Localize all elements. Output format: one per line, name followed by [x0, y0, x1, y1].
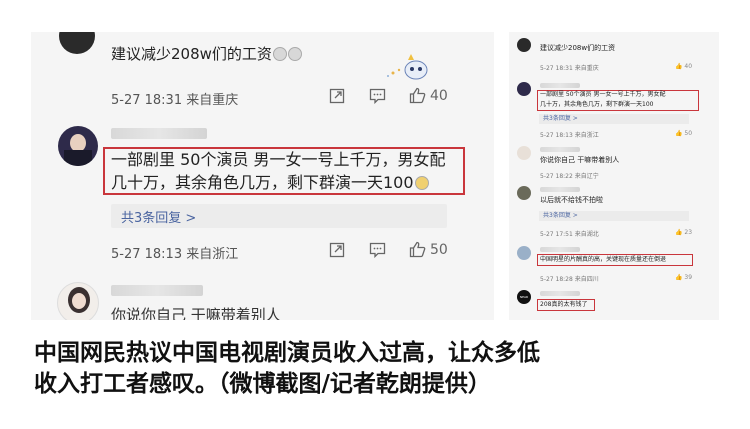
comment-meta: 5-27 18:22 来自辽宁 — [540, 173, 599, 180]
comment-meta: 5-27 18:13 来自浙江 — [111, 247, 239, 262]
image-caption: 中国网民热议中国电视剧演员收入过高，让众多低 收入打工者感叹。（微博截图/记者乾… — [34, 338, 724, 400]
emoji-icon — [287, 47, 302, 61]
username-blurred[interactable] — [111, 285, 203, 296]
sticker-icon — [387, 54, 428, 80]
comment-text-line: 几十万，其余角色几万，剩下群演一天100 — [540, 101, 654, 108]
like-button[interactable]: 40 — [409, 87, 448, 104]
avatar[interactable] — [59, 32, 95, 54]
comment-meta: 5-27 18:13 来自浙江 — [540, 132, 599, 139]
comment-icon[interactable] — [369, 88, 386, 104]
comment-text: 建议减少208w们的工资 — [540, 44, 616, 52]
avatar[interactable]: NEAR — [517, 290, 531, 304]
replies-link[interactable]: 共3条回复 > — [539, 114, 689, 124]
comment-meta: 5-27 17:51 来自湖北 — [540, 231, 599, 238]
thumbs-up-icon — [409, 241, 426, 258]
username-blurred[interactable] — [111, 128, 207, 139]
emoji-icon — [272, 47, 287, 61]
caption-line: 中国网民热议中国电视剧演员收入过高，让众多低 — [34, 340, 540, 366]
replies-link[interactable]: 共3条回复 > — [539, 211, 689, 221]
comment-text: 中国明星的片酬真的高，关键现在质量还在倒退 — [540, 256, 667, 263]
avatar[interactable] — [57, 282, 99, 320]
emoji-icon — [414, 176, 429, 190]
username-blurred[interactable] — [540, 247, 580, 252]
zoomed-comments-panel: 建议减少208w们的工资 5-27 18:31 来自重庆 40 一部剧里 50个… — [31, 32, 494, 320]
username-blurred[interactable] — [540, 187, 580, 192]
comment-meta: 5-27 18:31 来自重庆 — [540, 65, 599, 72]
comment-text: 你说你自己 干嘛带着别人 — [540, 156, 620, 164]
replies-link[interactable]: 共3条回复 > — [111, 204, 447, 228]
username-blurred[interactable] — [540, 291, 580, 296]
avatar[interactable] — [517, 146, 531, 160]
comment-text-line: 几十万，其余角色几万，剩下群演一天100 — [111, 171, 429, 194]
like-count[interactable]: 👍 23 — [675, 229, 692, 236]
avatar[interactable] — [58, 126, 98, 166]
username-blurred[interactable] — [540, 83, 580, 88]
like-count[interactable]: 👍 40 — [675, 63, 692, 70]
share-icon[interactable] — [329, 88, 345, 104]
comment-text-line: 一部剧里 50个演员 男一女一号上千万，男女配 — [540, 91, 666, 98]
comment-meta: 5-27 18:31 来自重庆 — [111, 93, 239, 108]
like-count[interactable]: 👍 39 — [675, 274, 692, 281]
comment-text: 你说你自己 干嘛带着别人 — [111, 306, 281, 320]
caption-line: 收入打工者感叹。（微博截图/记者乾朗提供） — [34, 371, 491, 397]
avatar[interactable] — [517, 246, 531, 260]
comment-text: 208真的太有钱了 — [540, 301, 588, 308]
thumbs-up-icon — [409, 87, 426, 104]
full-comments-panel: 建议减少208w们的工资 5-27 18:31 来自重庆 👍 40 一部剧里 5… — [509, 32, 719, 320]
comment-meta: 5-27 18:28 来自四川 — [540, 276, 599, 283]
like-button[interactable]: 50 — [409, 241, 448, 258]
comment-text: 以后就不给钱不拍啦 — [540, 196, 603, 204]
comment-icon[interactable] — [369, 242, 386, 258]
like-count[interactable]: 👍 50 — [675, 130, 692, 137]
comment-text: 建议减少208w们的工资 — [111, 43, 302, 64]
username-blurred[interactable] — [540, 147, 580, 152]
avatar[interactable] — [517, 186, 531, 200]
share-icon[interactable] — [329, 242, 345, 258]
comment-text-line: 一部剧里 50个演员 男一女一号上千万，男女配 — [111, 150, 446, 169]
avatar[interactable] — [517, 82, 531, 96]
avatar[interactable] — [517, 38, 531, 52]
